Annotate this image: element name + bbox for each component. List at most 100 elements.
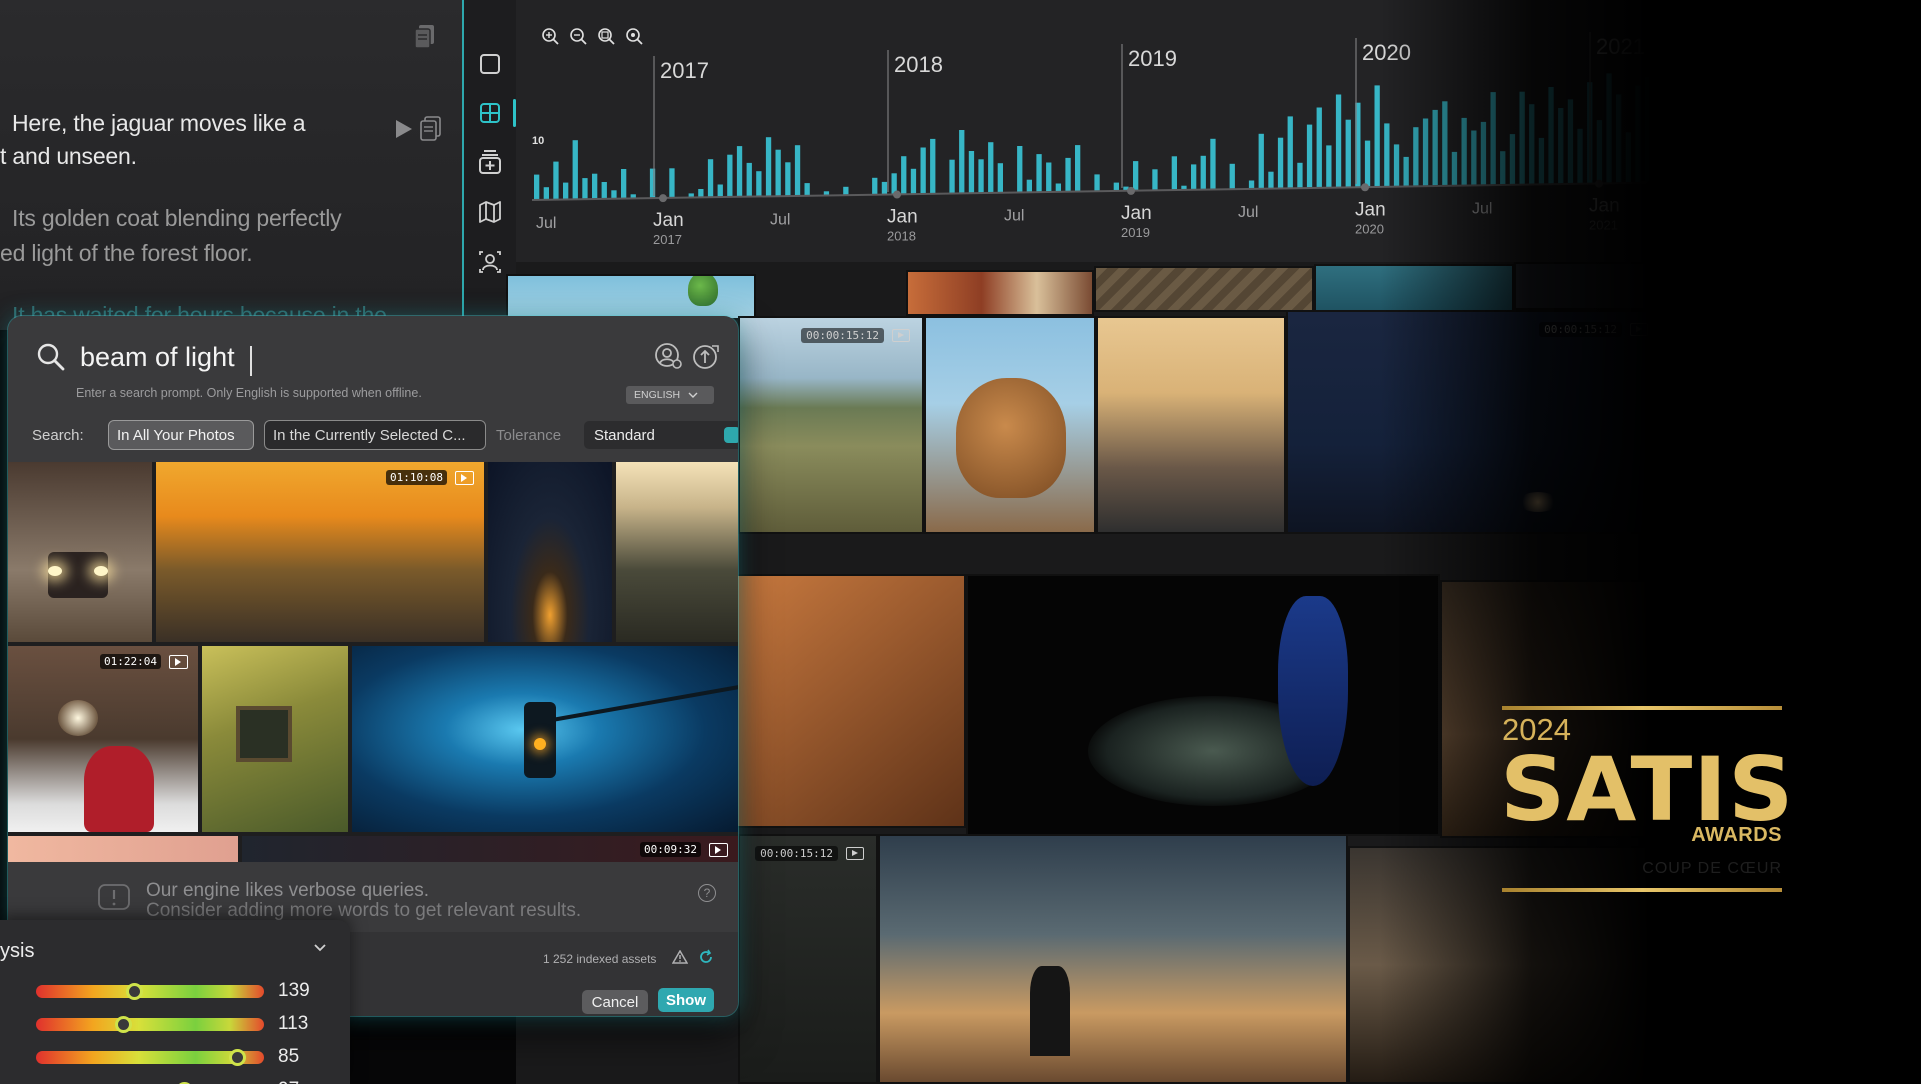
timeline-chart[interactable]: 10 2017 2018 2019 2020 2021 Jul Jan2017Jul Jan… — [516, 0, 1921, 270]
timeline-bar[interactable] — [881, 181, 888, 195]
analysis-slider[interactable]: 139 — [36, 980, 336, 1001]
tolerance-select[interactable]: Standard — [584, 421, 738, 449]
timeline-bar[interactable] — [1094, 174, 1100, 192]
timeline-bar[interactable] — [563, 182, 569, 200]
photo-thumbnail[interactable] — [1094, 266, 1314, 312]
zoom-reset-icon[interactable] — [626, 28, 643, 45]
slider-track[interactable] — [36, 1018, 264, 1031]
timeline-bar[interactable] — [804, 183, 810, 196]
timeline-bar[interactable] — [1046, 162, 1052, 193]
chevron-down-icon[interactable] — [312, 940, 328, 956]
zoom-in-icon[interactable] — [542, 28, 559, 45]
timeline-bar[interactable] — [543, 187, 549, 200]
grid-view-icon[interactable] — [476, 99, 516, 127]
timeline-bar[interactable] — [1558, 108, 1564, 185]
timeline-bar[interactable] — [1055, 183, 1061, 193]
timeline-bar[interactable] — [1674, 102, 1680, 183]
timeline-bar[interactable] — [1316, 107, 1322, 188]
photo-thumbnail[interactable] — [726, 574, 966, 828]
people-icon[interactable] — [476, 248, 504, 276]
timeline-bar[interactable] — [843, 186, 849, 196]
timeline-bar[interactable] — [1712, 92, 1718, 182]
timeline-bar[interactable] — [1625, 132, 1631, 184]
timeline-bar[interactable] — [1152, 169, 1158, 191]
timeline-bar[interactable] — [717, 184, 723, 198]
result-thumbnail[interactable] — [488, 462, 612, 642]
slider-track[interactable] — [36, 985, 264, 998]
single-view-icon[interactable] — [476, 50, 504, 78]
add-album-icon[interactable] — [476, 148, 504, 176]
timeline-bar[interactable] — [959, 130, 965, 194]
zoom-fit-icon[interactable] — [598, 28, 615, 45]
timeline-bar[interactable] — [872, 177, 878, 195]
timeline-bar[interactable] — [727, 154, 733, 197]
upload-search-icon[interactable] — [692, 342, 722, 372]
timeline-bar[interactable] — [1026, 179, 1032, 193]
timeline-bar[interactable] — [1722, 147, 1728, 182]
timeline-bar[interactable] — [601, 182, 607, 199]
help-icon[interactable]: ? — [698, 884, 716, 902]
timeline-bar[interactable] — [1451, 151, 1458, 186]
timeline-bar[interactable] — [1268, 171, 1274, 189]
timeline-bar[interactable] — [1490, 92, 1496, 186]
timeline-bar[interactable] — [1577, 128, 1583, 184]
language-select[interactable]: ENGLISH — [626, 386, 714, 404]
timeline-bar[interactable] — [949, 159, 955, 194]
timeline-bar[interactable] — [1200, 155, 1206, 190]
timeline-bar[interactable] — [553, 161, 559, 200]
result-thumbnail[interactable] — [616, 462, 738, 642]
timeline-bar[interactable] — [592, 173, 598, 200]
timeline-bar[interactable] — [611, 190, 617, 199]
timeline-bar[interactable] — [1645, 77, 1651, 183]
timeline-bar[interactable] — [1017, 146, 1023, 193]
timeline-bar[interactable] — [1297, 162, 1303, 189]
slider-thumb[interactable] — [114, 1016, 132, 1033]
timeline-bar[interactable] — [1732, 118, 1738, 182]
analysis-slider[interactable]: 85 — [36, 1046, 336, 1067]
timeline-bar[interactable] — [794, 145, 801, 196]
timeline-bar[interactable] — [1703, 122, 1709, 182]
timeline-bar[interactable] — [920, 147, 926, 195]
timeline-bar[interactable] — [910, 168, 917, 195]
timeline-bar[interactable] — [1635, 85, 1641, 183]
refresh-icon[interactable] — [698, 949, 714, 965]
timeline-bar[interactable] — [1171, 156, 1177, 191]
result-thumbnail[interactable] — [8, 836, 238, 862]
face-search-icon[interactable] — [654, 342, 684, 372]
timeline-bar[interactable] — [1500, 151, 1506, 185]
timeline-bar[interactable] — [534, 174, 540, 200]
timeline-bar[interactable] — [1519, 91, 1525, 185]
scope-all-photos-button[interactable]: In All Your Photos — [108, 420, 254, 450]
timeline-bar[interactable] — [1432, 109, 1438, 187]
play-icon[interactable] — [394, 118, 414, 140]
timeline-bar[interactable] — [1133, 161, 1139, 191]
timeline-bar[interactable] — [698, 189, 704, 198]
timeline-bar[interactable] — [1345, 119, 1351, 188]
timeline-bar[interactable] — [1210, 138, 1216, 190]
timeline-bar[interactable] — [1306, 124, 1313, 189]
timeline-bar[interactable] — [1529, 104, 1535, 185]
result-thumbnail[interactable]: 01:22:04 — [8, 646, 198, 832]
timeline-bar[interactable] — [978, 159, 984, 194]
timeline-bar[interactable] — [669, 168, 675, 198]
timeline-bar[interactable] — [775, 149, 781, 197]
timeline-bar[interactable] — [785, 162, 791, 197]
map-icon[interactable] — [476, 198, 504, 226]
timeline-bar[interactable] — [930, 138, 936, 194]
photo-thumbnail[interactable] — [1514, 262, 1674, 310]
timeline-histogram[interactable]: 10 2017 2018 2019 2020 2021 Jul Jan 2017 Jul Jan… — [516, 0, 1921, 270]
timeline-bar[interactable] — [1751, 88, 1757, 182]
timeline-bar[interactable] — [997, 163, 1003, 193]
timeline-bar[interactable] — [1065, 157, 1071, 192]
timeline-bar[interactable] — [765, 137, 772, 197]
alert-triangle-icon[interactable] — [672, 950, 688, 964]
timeline-bar[interactable] — [1422, 118, 1429, 187]
timeline-bar[interactable] — [988, 142, 994, 193]
copy-icon[interactable] — [414, 24, 436, 50]
cancel-button[interactable]: Cancel — [582, 990, 648, 1014]
timeline-bar[interactable] — [1693, 135, 1699, 183]
timeline-bar[interactable] — [1480, 121, 1487, 186]
timeline-bar[interactable] — [1113, 182, 1119, 192]
photo-thumbnail[interactable]: 00:00:15:12 — [1286, 310, 1662, 534]
photo-thumbnail[interactable] — [506, 274, 756, 320]
